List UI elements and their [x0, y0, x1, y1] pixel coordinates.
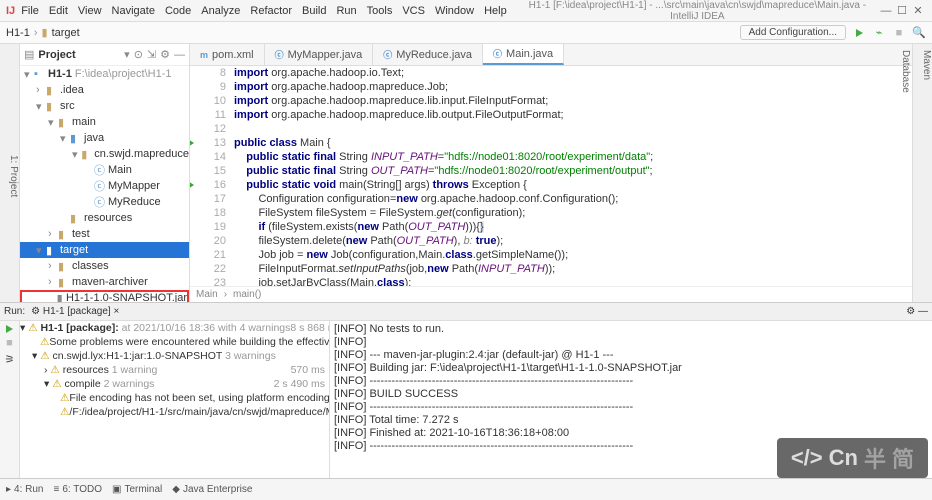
- project-icon: ▤: [24, 48, 34, 61]
- editor-area: mpom.xml ⓒMyMapper.java ⓒMyReduce.java ⓒ…: [190, 44, 912, 302]
- tree-java[interactable]: ▾▮java: [20, 130, 189, 146]
- line-gutter: 89101112 13141516 17181920 21222324: [190, 66, 234, 286]
- crumb-target[interactable]: target: [52, 27, 80, 39]
- menu-file[interactable]: File: [21, 5, 39, 17]
- tab-mapper[interactable]: ⓒMyMapper.java: [265, 44, 374, 65]
- status-bar: ▸ 4: Run ≡ 6: TODO ▣ Terminal ◆ Java Ent…: [0, 478, 932, 500]
- project-tree[interactable]: ▾▪H1-1 F:\idea\project\H1-1 ›▮.idea ▾▮sr…: [20, 66, 189, 302]
- sb-run[interactable]: ▸ 4: Run: [6, 484, 44, 495]
- code-editor[interactable]: 89101112 13141516 17181920 21222324 impo…: [190, 66, 912, 286]
- editor-tabs: mpom.xml ⓒMyMapper.java ⓒMyReduce.java ⓒ…: [190, 44, 912, 66]
- app-icon: IJ: [6, 5, 15, 17]
- crumb-root[interactable]: H1-1: [6, 27, 30, 39]
- menu-view[interactable]: View: [78, 5, 102, 17]
- right-tool-strip: Maven Database: [912, 44, 932, 302]
- tree-classes[interactable]: ›▮classes: [20, 258, 189, 274]
- collapse-icon[interactable]: ⇲: [147, 48, 156, 61]
- close-icon[interactable]: ✕: [910, 4, 926, 17]
- run-tree[interactable]: ▾ ⚠ H1-1 [package]: at 2021/10/16 18:36 …: [20, 321, 330, 478]
- tree-pkg[interactable]: ▾▮cn.swjd.mapreduce: [20, 146, 189, 162]
- tree-target[interactable]: ▾▮target: [20, 242, 189, 258]
- debug-icon[interactable]: ⌁: [872, 26, 886, 40]
- sb-java-enterprise[interactable]: ◆ Java Enterprise: [172, 484, 252, 495]
- sb-terminal[interactable]: ▣ Terminal: [112, 484, 162, 495]
- crumb-class[interactable]: Main: [196, 289, 218, 300]
- tree-main[interactable]: ▾▮main: [20, 114, 189, 130]
- tree-resources[interactable]: ▮resources: [20, 210, 189, 226]
- tree-root[interactable]: ▾▪H1-1 F:\idea\project\H1-1: [20, 66, 189, 82]
- watermark: </>Cn半简: [777, 438, 928, 478]
- tab-pom[interactable]: mpom.xml: [190, 44, 265, 65]
- window-title: H1-1 [F:\idea\project\H1-1] - ...\src\ma…: [517, 0, 878, 22]
- menu-build[interactable]: Build: [302, 5, 326, 17]
- tree-test[interactable]: ›▮test: [20, 226, 189, 242]
- chevron-down-icon[interactable]: ▾: [124, 48, 130, 61]
- search-icon[interactable]: 🔍: [912, 26, 926, 40]
- project-header: ▤ Project ▾ ⊙ ⇲ ⚙ —: [20, 44, 189, 66]
- menu-navigate[interactable]: Navigate: [112, 5, 155, 17]
- left-tool-strip: 1: Project 7: Structure 2: Favorites: [0, 44, 20, 302]
- stop-icon[interactable]: ■: [6, 337, 13, 349]
- editor-breadcrumb: Main› main(): [190, 286, 912, 302]
- tree-archiver[interactable]: ›▮maven-archiver: [20, 274, 189, 290]
- menu-analyze[interactable]: Analyze: [201, 5, 240, 17]
- gear-icon[interactable]: ⚙: [160, 48, 170, 61]
- tree-idea[interactable]: ›▮.idea: [20, 82, 189, 98]
- tree-jar[interactable]: ▮H1-1-1.0-SNAPSHOT.jar: [20, 290, 189, 302]
- hide-icon[interactable]: —: [174, 49, 185, 61]
- menu-window[interactable]: Window: [435, 5, 474, 17]
- main-toolbar: H1-1 › ▮ target Add Configuration... ⌁ ■…: [0, 22, 932, 44]
- chevron-right-icon: ›: [34, 27, 38, 39]
- run-tab[interactable]: ⚙ H1-1 [package] ×: [25, 306, 125, 317]
- stop-icon[interactable]: ■: [892, 26, 906, 40]
- tab-reduce[interactable]: ⓒMyReduce.java: [373, 44, 483, 65]
- tree-reduce[interactable]: ⓒMyReduce: [20, 194, 189, 210]
- maximize-icon[interactable]: ☐: [894, 4, 910, 17]
- project-tool-tab[interactable]: 1: Project: [8, 50, 19, 302]
- menu-run[interactable]: Run: [336, 5, 356, 17]
- sb-todo[interactable]: ≡ 6: TODO: [54, 484, 103, 495]
- gear-icon[interactable]: ⚙: [906, 306, 915, 317]
- maven-tool-tab[interactable]: Maven: [921, 50, 932, 302]
- folder-icon: ▮: [42, 26, 48, 39]
- menu-edit[interactable]: Edit: [49, 5, 68, 17]
- menu-tools[interactable]: Tools: [367, 5, 393, 17]
- run-label: Run:: [4, 306, 25, 317]
- code-content[interactable]: import import org.apache.hadoop.io.Text;…: [234, 66, 912, 286]
- breadcrumb: H1-1 › ▮ target: [6, 26, 80, 39]
- target-icon[interactable]: ⊙: [134, 48, 143, 61]
- menu-bar: IJ File Edit View Navigate Code Analyze …: [0, 0, 932, 22]
- project-label: Project: [38, 49, 120, 61]
- menu-refactor[interactable]: Refactor: [250, 5, 292, 17]
- minimize-icon[interactable]: —: [918, 306, 928, 317]
- filter-icon[interactable]: ⚞: [5, 353, 15, 366]
- project-pane: ▤ Project ▾ ⊙ ⇲ ⚙ — ▾▪H1-1 F:\idea\proje…: [20, 44, 190, 302]
- menu-code[interactable]: Code: [165, 5, 191, 17]
- tree-src[interactable]: ▾▮src: [20, 98, 189, 114]
- tree-mapper[interactable]: ⓒMyMapper: [20, 178, 189, 194]
- run-toolbar: ■ ⚞: [0, 321, 20, 478]
- tab-main[interactable]: ⓒMain.java: [483, 44, 564, 65]
- run-header: Run: ⚙ H1-1 [package] × ⚙ —: [0, 303, 932, 321]
- rerun-icon[interactable]: [6, 325, 13, 333]
- crumb-method[interactable]: main(): [233, 289, 261, 300]
- run-icon[interactable]: [852, 26, 866, 40]
- database-tool-tab[interactable]: Database: [900, 50, 911, 302]
- minimize-icon[interactable]: —: [878, 5, 894, 17]
- menu-help[interactable]: Help: [484, 5, 507, 17]
- menu-vcs[interactable]: VCS: [402, 5, 425, 17]
- tree-main-class[interactable]: ⓒMain: [20, 162, 189, 178]
- add-configuration-button[interactable]: Add Configuration...: [740, 25, 846, 40]
